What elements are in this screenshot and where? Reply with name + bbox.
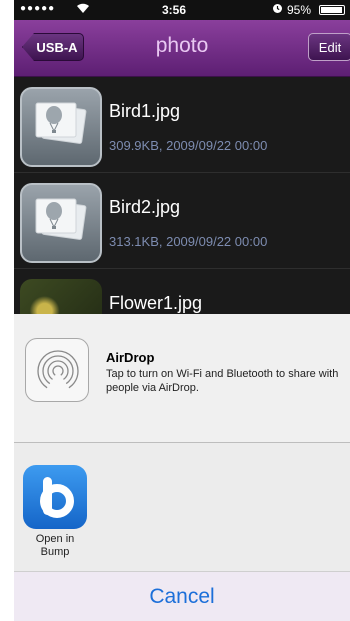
bump-icon[interactable] xyxy=(23,465,87,529)
share-sheet: AirDrop Tap to turn on Wi-Fi and Bluetoo… xyxy=(14,314,350,621)
battery-fill xyxy=(321,7,342,13)
file-meta: 309.9KB, 2009/09/22 00:00 xyxy=(109,138,268,153)
signal-indicator: ●●●●● xyxy=(20,3,56,14)
file-row-bird2[interactable]: Bird2.jpg 313.1KB, 2009/09/22 00:00 xyxy=(14,173,350,269)
photo-placeholder-icon xyxy=(20,87,102,167)
edit-button[interactable]: Edit xyxy=(308,33,350,61)
back-button[interactable]: USB-A xyxy=(22,33,84,61)
navigation-bar: USB-A photo Edit xyxy=(14,20,350,77)
file-meta: 313.1KB, 2009/09/22 00:00 xyxy=(109,234,268,249)
file-row-bird1[interactable]: Bird1.jpg 309.9KB, 2009/09/22 00:00 xyxy=(14,77,350,173)
bump-label: Open in Bump xyxy=(35,533,75,558)
status-time: 3:56 xyxy=(162,3,187,17)
battery-icon xyxy=(319,5,345,15)
phone-screen: ●●●●● 3:56 95% USB-A photo Edit Bird1.jp… xyxy=(14,0,350,621)
airdrop-icon[interactable] xyxy=(25,338,89,402)
wifi-icon xyxy=(76,2,90,17)
airdrop-section[interactable]: AirDrop Tap to turn on Wi-Fi and Bluetoo… xyxy=(14,314,350,443)
file-name: Bird1.jpg xyxy=(109,101,181,121)
battery-percent: 95% xyxy=(287,3,312,17)
alarm-icon xyxy=(272,3,283,17)
share-apps-row: Open in Bump xyxy=(14,443,350,571)
photo-placeholder-icon xyxy=(20,183,102,263)
file-name: Flower1.jpg xyxy=(109,293,203,313)
open-in-bump-button[interactable]: Open in Bump xyxy=(20,465,90,559)
airdrop-title: AirDrop xyxy=(106,350,155,365)
page-title: photo xyxy=(155,34,209,57)
file-name: Bird2.jpg xyxy=(109,197,181,217)
airdrop-description: Tap to turn on Wi-Fi and Bluetooth to sh… xyxy=(106,368,339,394)
status-bar: ●●●●● 3:56 95% xyxy=(14,0,350,20)
cancel-button[interactable]: Cancel xyxy=(14,571,350,621)
